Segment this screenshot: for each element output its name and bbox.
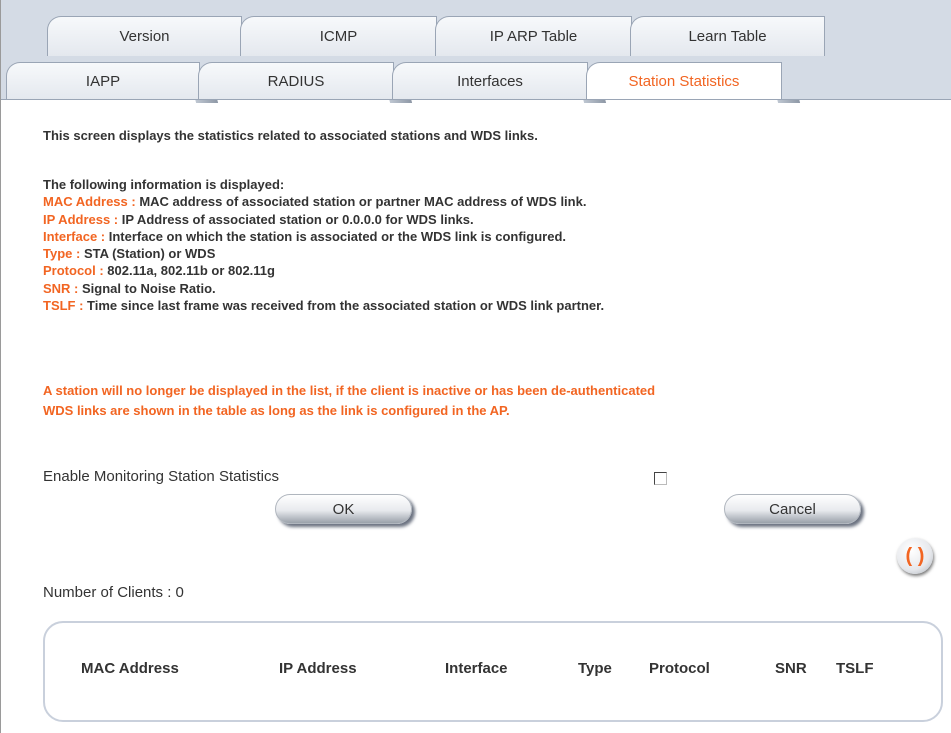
info-item-tslf: TSLF : Time since last frame was receive… (43, 298, 605, 314)
column-header-type: Type (578, 660, 612, 677)
column-header-tslf: TSLF (836, 660, 874, 677)
info-item-mac: MAC Address : MAC address of associated … (43, 194, 587, 210)
info-item-interface: Interface : Interface on which the stati… (43, 228, 566, 244)
info-item-ip: IP Address : IP Address of associated st… (43, 211, 474, 227)
tab-interfaces[interactable]: Interfaces (392, 62, 588, 100)
column-header-protocol: Protocol (649, 660, 710, 677)
cancel-button[interactable]: Cancel (724, 494, 861, 524)
info-heading: The following information is displayed: (43, 177, 285, 192)
number-of-clients: Number of Clients : 0 (43, 584, 184, 601)
window-left-border (0, 0, 1, 733)
column-header-ip-address: IP Address (279, 660, 357, 677)
tab-version[interactable]: Version (47, 16, 242, 56)
enable-monitoring-label: Enable Monitoring Station Statistics (43, 468, 279, 485)
tab-icmp[interactable]: ICMP (240, 16, 437, 56)
info-item-snr: SNR : Signal to Noise Ratio. (43, 280, 216, 296)
column-header-mac-address: MAC Address (81, 660, 179, 677)
enable-monitoring-checkbox[interactable] (654, 472, 667, 485)
tab-radius[interactable]: RADIUS (198, 62, 394, 100)
info-item-protocol: Protocol : 802.11a, 802.11b or 802.11g (43, 263, 275, 279)
info-block: The following information is displayed: … (43, 176, 604, 314)
tab-iapp[interactable]: IAPP (6, 62, 200, 100)
column-header-snr: SNR (775, 660, 807, 677)
ok-button[interactable]: OK (275, 494, 412, 524)
intro-text: This screen displays the statistics rela… (43, 128, 538, 143)
column-header-interface: Interface (445, 660, 508, 677)
info-item-type: Type : STA (Station) or WDS (43, 246, 216, 262)
refresh-icon[interactable]: ( ) (897, 538, 933, 574)
tab-ip-arp-table[interactable]: IP ARP Table (435, 16, 632, 56)
warning-text: A station will no longer be displayed in… (43, 383, 656, 418)
tab-learn-table[interactable]: Learn Table (630, 16, 825, 56)
tab-divider (1, 99, 951, 100)
tab-station-statistics[interactable]: Station Statistics (586, 62, 782, 100)
